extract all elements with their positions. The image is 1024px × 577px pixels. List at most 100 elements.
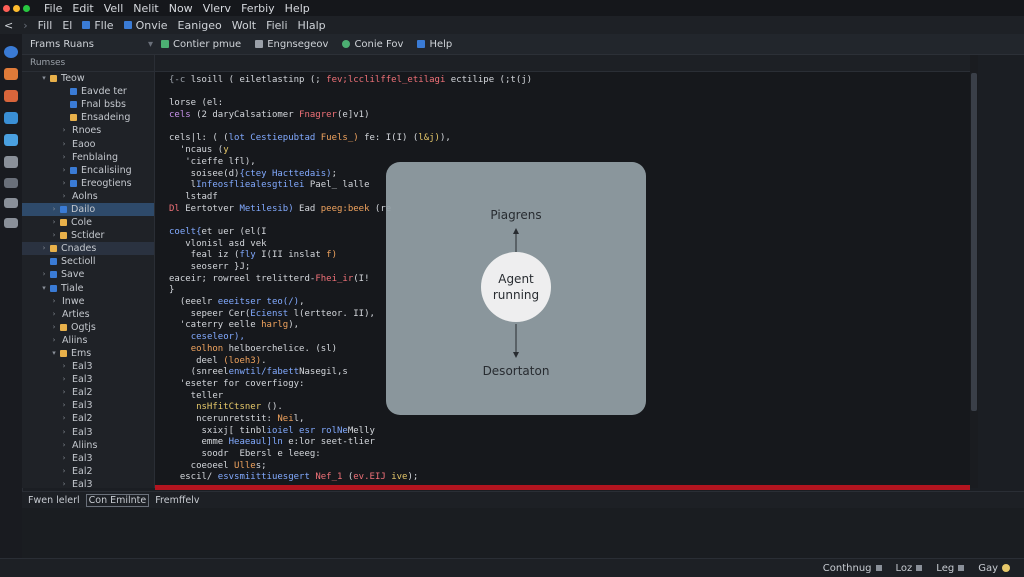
chevron-icon[interactable]: › — [60, 426, 68, 439]
minimize-window-button[interactable] — [13, 4, 20, 12]
chevron-icon[interactable]: › — [40, 268, 48, 281]
tree-item[interactable]: › Inwe — [22, 295, 154, 308]
chevron-icon[interactable]: › — [60, 124, 68, 137]
scrollbar-thumb[interactable] — [971, 73, 977, 411]
tree-item[interactable]: › Rnoes — [22, 124, 154, 137]
code-line[interactable]: {-c lsoill ( eiletlastinp (; fev;lcclilf… — [169, 75, 969, 87]
help-button[interactable]: Help — [417, 39, 452, 50]
tree-item[interactable]: › Save — [22, 268, 154, 281]
tree-item[interactable]: › Ogtjs — [22, 321, 154, 334]
chevron-icon[interactable]: › — [50, 216, 58, 229]
tree-item[interactable]: › Dailo — [22, 202, 154, 217]
close-window-button[interactable] — [3, 4, 10, 12]
tree-item[interactable]: › Eal2 — [22, 465, 154, 478]
tree-item[interactable]: › Eal3 — [22, 399, 154, 412]
globe-icon[interactable] — [4, 46, 18, 58]
code-line[interactable]: cels|l: ( (lot Cestiepubtad Fuels_) fe: … — [169, 133, 969, 145]
status-continuing[interactable]: Conthnug — [823, 563, 882, 574]
chevron-icon[interactable]: › — [60, 465, 68, 478]
chevron-icon[interactable]: › — [60, 151, 68, 164]
toolbar-fill[interactable]: Fill — [38, 19, 53, 32]
settings-icon[interactable] — [4, 218, 18, 228]
tree-item[interactable]: › Eal3 — [22, 360, 154, 373]
extensions-icon[interactable] — [4, 134, 18, 146]
chevron-icon[interactable]: › — [50, 334, 58, 347]
menu-new[interactable]: Now — [169, 2, 193, 15]
menu-view-2[interactable]: Vlerv — [203, 2, 231, 15]
tree-item[interactable]: › Eal3 — [22, 426, 154, 439]
toolbar-view[interactable]: Onvie — [123, 19, 168, 32]
forward-button[interactable]: › — [23, 19, 27, 32]
editor-scrollbar[interactable] — [970, 55, 978, 488]
tree-item[interactable]: › Sctider — [22, 229, 154, 242]
document-icon[interactable] — [4, 198, 18, 208]
tree-item[interactable]: › Fenblaing — [22, 151, 154, 164]
tab-frame[interactable]: Fremffelv — [155, 495, 199, 506]
chevron-icon[interactable]: › — [40, 242, 48, 255]
code-line[interactable]: coeoeel Ulles; — [169, 461, 969, 473]
tree-item[interactable]: › Cnades — [22, 242, 154, 256]
code-line[interactable] — [169, 87, 969, 99]
chevron-icon[interactable]: › — [60, 452, 68, 465]
code-line[interactable]: emme Heaeaul]ln e:lor seet-tlier — [169, 437, 969, 449]
tree-item[interactable]: ▾ Teow — [22, 72, 154, 85]
files-icon[interactable] — [4, 156, 18, 168]
code-line[interactable]: lorse (el: — [169, 98, 969, 110]
chevron-icon[interactable]: ▾ — [40, 282, 48, 295]
code-line[interactable] — [169, 122, 969, 134]
status-gay[interactable]: Gay — [978, 563, 1010, 574]
tree-item[interactable]: › Encalisiing — [22, 164, 154, 177]
engine-button[interactable]: Engnsegeov — [255, 39, 328, 50]
tree-item[interactable]: › Eal2 — [22, 412, 154, 425]
compare-button[interactable]: Contier pmue — [161, 39, 241, 50]
tree-item[interactable]: ▾ Ems — [22, 347, 154, 360]
chevron-icon[interactable]: › — [60, 138, 68, 151]
tab-console[interactable]: Con Emilnte — [85, 494, 150, 507]
tree-item[interactable]: › Arties — [22, 308, 154, 321]
toolbar-field[interactable]: Fieli — [266, 19, 287, 32]
tools-icon[interactable] — [4, 90, 18, 102]
chevron-icon[interactable]: › — [50, 321, 58, 334]
code-line[interactable]: escil/ esvsmiittiuesgert Nef_1 (ev.EIJ i… — [169, 472, 969, 484]
chevron-icon[interactable]: › — [50, 229, 58, 242]
chevron-icon[interactable]: ▾ — [40, 72, 48, 85]
menu-file[interactable]: File — [44, 2, 62, 15]
toolbar-navigate[interactable]: Eanigeo — [178, 19, 222, 32]
tree-item[interactable]: Sectioll — [22, 255, 154, 268]
terminal-icon[interactable] — [4, 178, 18, 188]
menu-navigate[interactable]: Nelit — [133, 2, 158, 15]
chevron-icon[interactable]: › — [60, 164, 68, 177]
chevron-icon[interactable]: › — [60, 190, 68, 203]
chevron-icon[interactable]: › — [60, 177, 68, 190]
chevron-icon[interactable]: ▾ — [50, 347, 58, 360]
chevron-icon[interactable]: › — [50, 295, 58, 308]
chevron-icon[interactable]: › — [60, 439, 68, 452]
maximize-window-button[interactable] — [23, 4, 30, 12]
status-leg[interactable]: Leg — [936, 563, 965, 574]
toolbar-wolt[interactable]: Wolt — [232, 19, 256, 32]
menu-terminal[interactable]: Ferbiy — [241, 2, 275, 15]
tree-item[interactable]: Ensadeing — [22, 111, 154, 124]
code-line[interactable]: 'ncaus (y — [169, 145, 969, 157]
menu-view[interactable]: Vell — [104, 2, 124, 15]
chevron-icon[interactable]: › — [50, 308, 58, 321]
tree-item[interactable]: › Aolns — [22, 190, 154, 203]
tree-item[interactable]: › Eal3 — [22, 373, 154, 386]
tree-item[interactable]: Fnal bsbs — [22, 98, 154, 111]
code-line[interactable]: ncerunretstit: Neil, — [169, 414, 969, 426]
tab-problems[interactable]: Fwen lelerl — [28, 495, 80, 506]
back-button[interactable]: < — [4, 19, 13, 32]
chevron-icon[interactable]: › — [60, 478, 68, 488]
status-loz[interactable]: Loz — [896, 563, 923, 574]
menu-edit[interactable]: Edit — [72, 2, 93, 15]
tree-item[interactable]: Eavde ter — [22, 85, 154, 98]
run-button[interactable]: Conie Fov — [342, 39, 403, 50]
chevron-icon[interactable]: › — [50, 203, 58, 216]
chevron-icon[interactable]: › — [60, 386, 68, 399]
code-line[interactable]: cels (2 daryCalsatiomer Fnagrer(e]v1) — [169, 110, 969, 122]
code-line[interactable]: soodr Ebersl e leeeg: — [169, 449, 969, 461]
chevron-icon[interactable]: › — [60, 360, 68, 373]
tree-item[interactable]: › Ereogtiens — [22, 177, 154, 190]
toolbar-help[interactable]: Hlalp — [298, 19, 326, 32]
tree-item[interactable]: › Aliins — [22, 334, 154, 347]
